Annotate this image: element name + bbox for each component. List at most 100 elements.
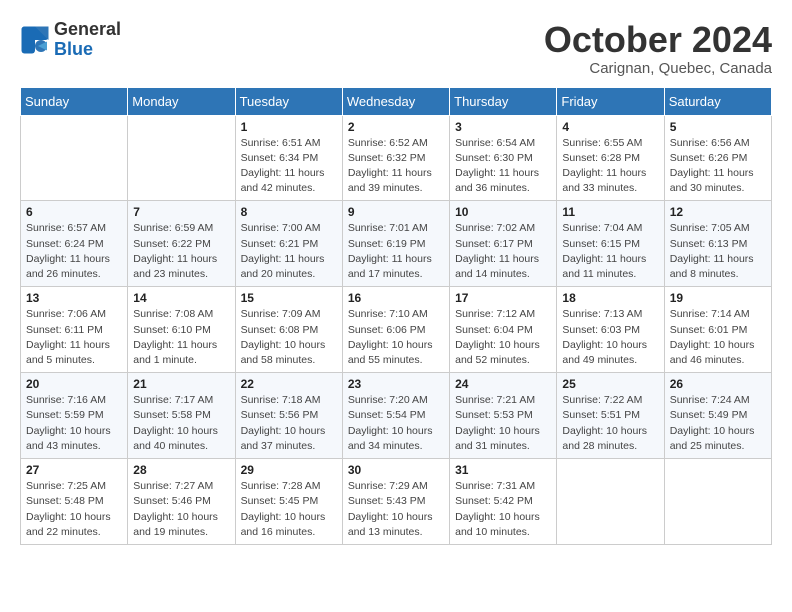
day-of-week-header: Friday: [557, 87, 664, 115]
day-info: Sunrise: 7:20 AM Sunset: 5:54 PM Dayligh…: [348, 393, 444, 454]
day-number: 5: [670, 120, 766, 134]
day-info: Sunrise: 7:31 AM Sunset: 5:42 PM Dayligh…: [455, 479, 551, 540]
day-info: Sunrise: 7:12 AM Sunset: 6:04 PM Dayligh…: [455, 307, 551, 368]
day-of-week-header: Tuesday: [235, 87, 342, 115]
calendar-week-row: 20 Sunrise: 7:16 AM Sunset: 5:59 PM Dayli…: [21, 373, 772, 459]
calendar-week-row: 13Sunrise: 7:06 AM Sunset: 6:11 PM Dayli…: [21, 287, 772, 373]
day-info: Sunrise: 7:27 AM Sunset: 5:46 PM Dayligh…: [133, 479, 229, 540]
calendar-cell: 20 Sunrise: 7:16 AM Sunset: 5:59 PM Dayli…: [21, 373, 128, 459]
day-number: 22: [241, 377, 337, 391]
day-info: Sunrise: 7:28 AM Sunset: 5:45 PM Dayligh…: [241, 479, 337, 540]
day-info: Sunrise: 6:57 AM Sunset: 6:24 PM Dayligh…: [26, 221, 122, 282]
day-number: 8: [241, 205, 337, 219]
day-number: 4: [562, 120, 658, 134]
day-number: 30: [348, 463, 444, 477]
day-number: 25: [562, 377, 658, 391]
calendar-cell: 12 Sunrise: 7:05 AM Sunset: 6:13 PM Dayli…: [664, 201, 771, 287]
calendar-cell: 27Sunrise: 7:25 AM Sunset: 5:48 PM Dayli…: [21, 459, 128, 545]
day-number: 6: [26, 205, 122, 219]
calendar-cell: 10Sunrise: 7:02 AM Sunset: 6:17 PM Dayli…: [450, 201, 557, 287]
day-of-week-header: Saturday: [664, 87, 771, 115]
day-of-week-header: Thursday: [450, 87, 557, 115]
calendar-cell: 28 Sunrise: 7:27 AM Sunset: 5:46 PM Dayli…: [128, 459, 235, 545]
page-header: General Blue October 2024 Carignan, Queb…: [20, 20, 772, 77]
calendar-cell: 1 Sunrise: 6:51 AM Sunset: 6:34 PM Daylig…: [235, 115, 342, 201]
day-number: 19: [670, 291, 766, 305]
calendar-cell: 21Sunrise: 7:17 AM Sunset: 5:58 PM Dayli…: [128, 373, 235, 459]
day-info: Sunrise: 7:18 AM Sunset: 5:56 PM Dayligh…: [241, 393, 337, 454]
calendar-cell: 4 Sunrise: 6:55 AM Sunset: 6:28 PM Daylig…: [557, 115, 664, 201]
month-title: October 2024: [544, 20, 772, 60]
day-number: 23: [348, 377, 444, 391]
calendar-cell: 19 Sunrise: 7:14 AM Sunset: 6:01 PM Dayli…: [664, 287, 771, 373]
day-number: 14: [133, 291, 229, 305]
day-number: 31: [455, 463, 551, 477]
logo-icon: [20, 25, 50, 55]
calendar-cell: 31 Sunrise: 7:31 AM Sunset: 5:42 PM Dayli…: [450, 459, 557, 545]
calendar-cell: 26Sunrise: 7:24 AM Sunset: 5:49 PM Dayli…: [664, 373, 771, 459]
calendar-week-row: 6 Sunrise: 6:57 AM Sunset: 6:24 PM Daylig…: [21, 201, 772, 287]
calendar-week-row: 27Sunrise: 7:25 AM Sunset: 5:48 PM Dayli…: [21, 459, 772, 545]
day-info: Sunrise: 7:10 AM Sunset: 6:06 PM Dayligh…: [348, 307, 444, 368]
day-info: Sunrise: 7:01 AM Sunset: 6:19 PM Dayligh…: [348, 221, 444, 282]
day-info: Sunrise: 7:24 AM Sunset: 5:49 PM Dayligh…: [670, 393, 766, 454]
title-block: October 2024 Carignan, Quebec, Canada: [544, 20, 772, 77]
day-info: Sunrise: 6:56 AM Sunset: 6:26 PM Dayligh…: [670, 136, 766, 197]
day-info: Sunrise: 7:05 AM Sunset: 6:13 PM Dayligh…: [670, 221, 766, 282]
day-number: 12: [670, 205, 766, 219]
calendar-header-row: SundayMondayTuesdayWednesdayThursdayFrid…: [21, 87, 772, 115]
day-number: 28: [133, 463, 229, 477]
calendar-cell: 23 Sunrise: 7:20 AM Sunset: 5:54 PM Dayli…: [342, 373, 449, 459]
calendar-cell: 3 Sunrise: 6:54 AM Sunset: 6:30 PM Daylig…: [450, 115, 557, 201]
day-number: 3: [455, 120, 551, 134]
calendar-cell: 14 Sunrise: 7:08 AM Sunset: 6:10 PM Dayli…: [128, 287, 235, 373]
day-info: Sunrise: 7:29 AM Sunset: 5:43 PM Dayligh…: [348, 479, 444, 540]
location: Carignan, Quebec, Canada: [544, 60, 772, 77]
day-info: Sunrise: 7:17 AM Sunset: 5:58 PM Dayligh…: [133, 393, 229, 454]
day-number: 9: [348, 205, 444, 219]
day-number: 20: [26, 377, 122, 391]
day-info: Sunrise: 7:08 AM Sunset: 6:10 PM Dayligh…: [133, 307, 229, 368]
day-info: Sunrise: 6:55 AM Sunset: 6:28 PM Dayligh…: [562, 136, 658, 197]
calendar-cell: [664, 459, 771, 545]
calendar-cell: 7Sunrise: 6:59 AM Sunset: 6:22 PM Daylig…: [128, 201, 235, 287]
day-number: 2: [348, 120, 444, 134]
calendar-cell: 29Sunrise: 7:28 AM Sunset: 5:45 PM Dayli…: [235, 459, 342, 545]
day-info: Sunrise: 6:51 AM Sunset: 6:34 PM Dayligh…: [241, 136, 337, 197]
day-number: 1: [241, 120, 337, 134]
logo: General Blue: [20, 20, 121, 60]
day-info: Sunrise: 7:16 AM Sunset: 5:59 PM Dayligh…: [26, 393, 122, 454]
day-number: 18: [562, 291, 658, 305]
logo-text: General Blue: [54, 20, 121, 60]
calendar-cell: 13Sunrise: 7:06 AM Sunset: 6:11 PM Dayli…: [21, 287, 128, 373]
day-number: 13: [26, 291, 122, 305]
calendar-cell: 9 Sunrise: 7:01 AM Sunset: 6:19 PM Daylig…: [342, 201, 449, 287]
calendar-cell: 25 Sunrise: 7:22 AM Sunset: 5:51 PM Dayli…: [557, 373, 664, 459]
day-of-week-header: Monday: [128, 87, 235, 115]
day-number: 16: [348, 291, 444, 305]
calendar-cell: 6 Sunrise: 6:57 AM Sunset: 6:24 PM Daylig…: [21, 201, 128, 287]
day-of-week-header: Sunday: [21, 87, 128, 115]
day-info: Sunrise: 6:54 AM Sunset: 6:30 PM Dayligh…: [455, 136, 551, 197]
calendar-cell: 22 Sunrise: 7:18 AM Sunset: 5:56 PM Dayli…: [235, 373, 342, 459]
day-number: 17: [455, 291, 551, 305]
day-of-week-header: Wednesday: [342, 87, 449, 115]
day-info: Sunrise: 7:02 AM Sunset: 6:17 PM Dayligh…: [455, 221, 551, 282]
day-number: 15: [241, 291, 337, 305]
calendar-cell: 5 Sunrise: 6:56 AM Sunset: 6:26 PM Daylig…: [664, 115, 771, 201]
calendar-cell: 30 Sunrise: 7:29 AM Sunset: 5:43 PM Dayli…: [342, 459, 449, 545]
calendar-cell: 8Sunrise: 7:00 AM Sunset: 6:21 PM Daylig…: [235, 201, 342, 287]
calendar-cell: 2 Sunrise: 6:52 AM Sunset: 6:32 PM Daylig…: [342, 115, 449, 201]
day-number: 27: [26, 463, 122, 477]
day-info: Sunrise: 7:14 AM Sunset: 6:01 PM Dayligh…: [670, 307, 766, 368]
calendar-cell: 17 Sunrise: 7:12 AM Sunset: 6:04 PM Dayli…: [450, 287, 557, 373]
day-info: Sunrise: 7:04 AM Sunset: 6:15 PM Dayligh…: [562, 221, 658, 282]
day-info: Sunrise: 7:22 AM Sunset: 5:51 PM Dayligh…: [562, 393, 658, 454]
calendar-cell: [21, 115, 128, 201]
calendar-cell: [557, 459, 664, 545]
day-info: Sunrise: 6:52 AM Sunset: 6:32 PM Dayligh…: [348, 136, 444, 197]
day-number: 7: [133, 205, 229, 219]
day-number: 11: [562, 205, 658, 219]
day-info: Sunrise: 7:09 AM Sunset: 6:08 PM Dayligh…: [241, 307, 337, 368]
calendar-week-row: 1 Sunrise: 6:51 AM Sunset: 6:34 PM Daylig…: [21, 115, 772, 201]
